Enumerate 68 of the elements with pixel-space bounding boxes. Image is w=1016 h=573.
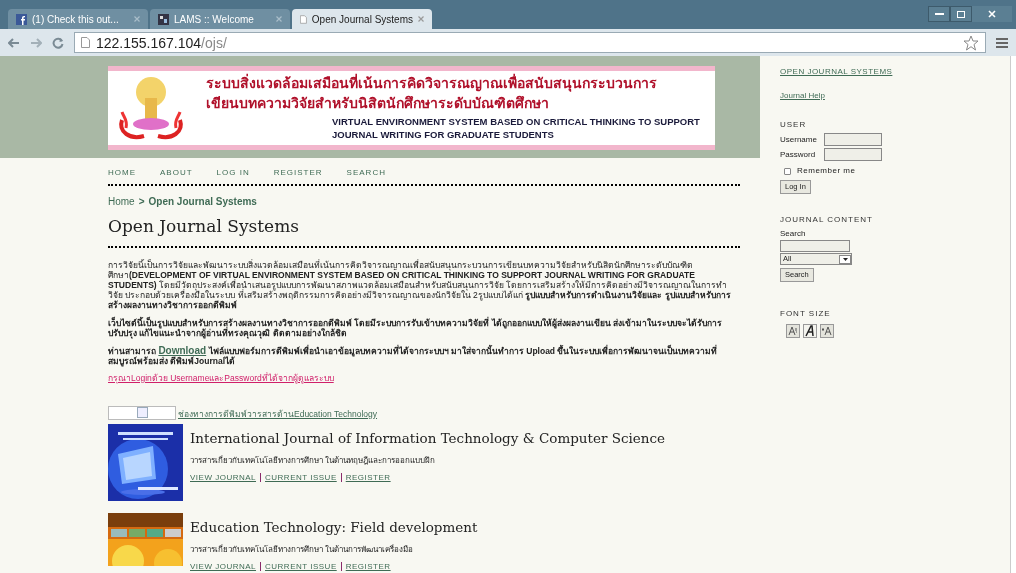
input-field[interactable] [824,133,882,146]
minimize-button[interactable] [928,6,950,22]
paragraph: การวิจัยนี้เป็นการวิจัยและพัฒนาระบบสิ่งแวดล้อมเสมือนที่เน้นการคิดวิจารณญาณเพื่อสนับสนุนกระบวนการเขียนบทความวิจัยสำหรับนิสิตนักศึกษาระดับบัณฑิตศึกษา(DEVELOPMENT OF VIRTUAL ENVIRONMENT SYSTEM BASED ON CRITICAL THINKING TO SUPPORT JOURNAL WRITING FOR GRADUATE STUDENTS) โดยมีวัตถุประสงค์เพื่อนำเสนอรูปแบบการพัฒนาสภาพแวดล้อมเสมือนสำหรับสนับสนุนการวิจัย โดยการเสริมสร้างให้มีการคิดอย่างมีวิจารณญาณในการทำวิจัย ประกอบด้วยเครื่องมือในระบบ ที่เสริมสร้างพฤติกรรมการคิดอย่างมีวิจารณญาณของนักวิจัยใน 2รูปแบบได้แก่ รูปแบบสำหรับการดำเนินงานวิจัยและ รูปแบบสำหรับการสร้างผลงานทางวิชาการออกตีพิมพ์ [108,259,732,310]
sidebar-link[interactable]: OPEN JOURNAL SYSTEMS [780,66,893,78]
breadcrumb-link[interactable]: Open Journal Systems [148,194,257,209]
journal-link[interactable]: CURRENT ISSUE [265,472,337,482]
close-tab-icon[interactable] [276,16,282,22]
browser-tab[interactable]: Open Journal Systems [292,9,432,29]
field-label: Search [780,228,806,240]
back-icon[interactable] [8,37,20,48]
nav-link[interactable]: LOG IN [216,167,250,179]
journal-title: International Journal of Information Technology & Computer Science [190,429,666,449]
broken-image-icon [108,406,176,421]
checkbox[interactable] [784,167,791,175]
nav-link[interactable]: REGISTER [273,167,323,179]
app-icon [158,13,169,25]
page-icon [300,13,307,25]
url-text: 122.155.167.104/ojs/ [96,35,227,50]
restore-button[interactable] [950,6,972,22]
close-tab-icon[interactable] [418,16,424,22]
banner-heading: เขียนบทความวิจัยสำหรับนิสิตนักศึกษาระดับบัณฑิตศึกษา [206,95,550,111]
scrollbar[interactable] [1010,56,1016,573]
paragraph: เว็บไซต์นี้เป็นรูปแบบสำหรับการสร้างผลงานทางวิชาการออกตีพิมพ์ โดยมีระบบการรับเข้าบทความวิจัยที่ ได้ถูกออกแบบให้ผู้ส่งผลงานเขียน ส่งเข้ามาในระบบจะได้รับการปรับปรุง แก้ไขแนะนำจากผู้อ่านที่ทรงคุณวุฒิ ติดตามอย่างใกล้ชิด [108,317,724,338]
close-icon [988,10,996,18]
download-link[interactable]: Download [158,344,207,356]
browser-tab[interactable]: LAMS :: Welcome [150,9,290,29]
nav-link[interactable]: ABOUT [160,167,193,179]
font-larger-icon[interactable] [820,324,834,338]
banner-subheading: VIRTUAL ENVIRONMENT SYSTEM BASED ON CRITICAL THINKING TO SUPPORT [332,115,700,128]
journal-link[interactable]: CURRENT ISSUE [265,561,337,571]
dropdown-arrow-icon [842,257,848,261]
reload-icon[interactable] [52,36,64,49]
input-field[interactable] [824,148,882,161]
journal-link[interactable]: REGISTER [345,561,391,571]
font-smaller-icon[interactable] [786,324,800,338]
breadcrumb-separator: > [138,195,145,209]
forward-icon[interactable] [30,37,42,48]
channel-link[interactable]: ช่องทางการตีพิมพ์วารสารด้านEducation Technology [178,407,378,421]
font-default-icon[interactable] [803,324,817,338]
login-notice-link[interactable]: กรุณาLoginด้วย UsernameและPasswordที่ได้จากผู้ดูแลระบบ [108,371,740,385]
journal-title: Education Technology: Field development [190,518,478,538]
section-heading: JOURNAL CONTENT [780,214,873,226]
page-icon [81,37,90,48]
journal-link[interactable]: REGISTER [345,472,391,482]
search-field[interactable] [780,240,850,252]
journal-link[interactable]: VIEW JOURNAL [190,472,256,482]
page-title: Open Journal Systems [108,214,740,248]
checkbox-label: Remember me [797,165,856,177]
field-label: Password [780,148,817,161]
journal-description: วารสารเกี่ยวกับเทคโนโลยีทางการศึกษา ในด้านการพัฒนาเครื่องมือ [190,543,415,556]
paragraph: ท่านสามารถ Download ไฟล์แบบฟอร์มการตีพิมพ์เพื่อนำเอาข้อมูลบทความที่ได้จากระบบฯ มาใส่จากนั้นทำการ Upload ขึ้นในระบบเพื่อการพัฒนาจนเป็นบทความที่สมบูรณ์พร้อมส่ง ตีพิมพ์Journalได้ [108,345,719,366]
nav-link[interactable]: SEARCH [346,167,386,179]
sidebar-link[interactable]: Journal Help [780,90,825,102]
breadcrumb-link[interactable]: Home [108,194,135,209]
banner-heading: ระบบสิ่งแวดล้อมเสมือนที่เน้นการคิดวิจารณญาณเพื่อสนับสนุนกระบวนการ [206,75,658,91]
journal-link[interactable]: VIEW JOURNAL [190,561,256,571]
banner-subheading: JOURNAL WRITING FOR GRADUATE STUDENTS [332,128,555,141]
field-label: Username [780,133,818,146]
journal-description: วารสารเกี่ยวกับเทคโนโลยีทางการศึกษา ในด้านทฤษฎีและการออกแบบฝึก [190,454,437,467]
close-tab-icon[interactable] [134,16,140,22]
menu-icon[interactable] [996,36,1008,49]
bookmark-star-icon[interactable] [963,34,979,51]
address-bar[interactable]: 122.155.167.104/ojs/ [74,32,986,53]
browser-tab[interactable]: (1) Check this out... [8,9,148,29]
facebook-icon [16,13,27,25]
nav-link[interactable]: HOME [108,167,136,179]
section-heading: USER [780,119,807,131]
section-heading: FONT SIZE [780,308,831,320]
